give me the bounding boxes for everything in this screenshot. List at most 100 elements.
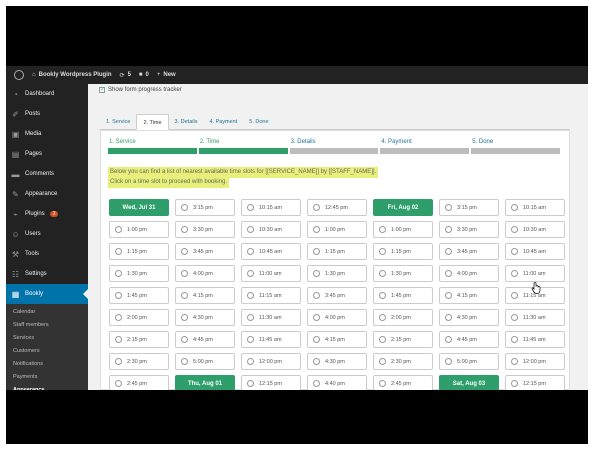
time-slot-radio[interactable] xyxy=(247,270,254,277)
time-slot-radio[interactable] xyxy=(247,358,254,365)
time-slot[interactable]: 2:45 pm xyxy=(109,375,169,390)
time-slot[interactable]: 11:15 am xyxy=(241,287,301,304)
time-slot[interactable]: 3:45 pm xyxy=(439,243,499,260)
time-slot[interactable]: 2:15 pm xyxy=(109,331,169,348)
time-slot-radio[interactable] xyxy=(379,336,386,343)
time-slot[interactable]: 4:15 pm xyxy=(439,287,499,304)
time-slot[interactable]: 2:15 pm xyxy=(373,331,433,348)
time-slot[interactable]: 10:15 am xyxy=(505,199,565,216)
time-slot-radio[interactable] xyxy=(247,292,254,299)
time-slot-radio[interactable] xyxy=(511,226,518,233)
time-slot[interactable]: 1:00 pm xyxy=(109,221,169,238)
time-slot-radio[interactable] xyxy=(313,380,320,387)
time-slot[interactable]: 4:00 pm xyxy=(439,265,499,282)
sidebar-item-posts[interactable]: ✐ Posts xyxy=(6,104,88,124)
time-slot[interactable]: 11:00 am xyxy=(505,265,565,282)
time-slot[interactable]: 3:15 pm xyxy=(175,199,235,216)
tab-3-details[interactable]: 3. Details xyxy=(169,114,204,130)
progress-step-label[interactable]: 1. Service xyxy=(108,137,197,148)
time-slot-radio[interactable] xyxy=(445,314,452,321)
sidebar-item-tools[interactable]: ⚒ Tools xyxy=(6,244,88,264)
time-slot-radio[interactable] xyxy=(511,380,518,387)
time-slot[interactable]: 5:00 pm xyxy=(175,353,235,370)
progress-step-label[interactable]: 4. Payment xyxy=(380,137,469,148)
sidebar-item-appearance[interactable]: ✎ Appearance xyxy=(6,184,88,204)
time-slot-radio[interactable] xyxy=(445,336,452,343)
time-slot-radio[interactable] xyxy=(445,270,452,277)
show-progress-checkbox[interactable]: ✓ xyxy=(99,87,105,93)
time-slot-radio[interactable] xyxy=(511,270,518,277)
sidebar-item-users[interactable]: ☺ Users xyxy=(6,224,88,244)
tab-5-done[interactable]: 5. Done xyxy=(243,114,274,130)
time-slot-radio[interactable] xyxy=(115,292,122,299)
comments-link[interactable]: ■ 0 xyxy=(139,72,149,78)
time-slot-radio[interactable] xyxy=(115,380,122,387)
sidebar-item-plugins[interactable]: ⌁ Plugins 2 xyxy=(6,204,88,224)
time-slot[interactable]: 10:45 am xyxy=(241,243,301,260)
time-slot[interactable]: 4:45 pm xyxy=(439,331,499,348)
time-slot-radio[interactable] xyxy=(313,204,320,211)
tab-2-time[interactable]: 2. Time xyxy=(136,114,169,130)
time-slot-radio[interactable] xyxy=(247,226,254,233)
tab-4-payment[interactable]: 4. Payment xyxy=(203,114,243,130)
time-slot-radio[interactable] xyxy=(511,336,518,343)
time-slot[interactable]: 2:30 pm xyxy=(373,353,433,370)
time-slot-radio[interactable] xyxy=(247,336,254,343)
time-slot[interactable]: 11:30 am xyxy=(241,309,301,326)
show-progress-option[interactable]: ✓ Show form progress tracker xyxy=(99,87,182,93)
day-header[interactable]: Wed, Jul 31 xyxy=(109,199,169,216)
time-slot[interactable]: 5:00 pm xyxy=(439,353,499,370)
time-slot-radio[interactable] xyxy=(247,380,254,387)
time-slot-radio[interactable] xyxy=(445,292,452,299)
site-name-link[interactable]: ⌂ Bookly Wordpress Plugin xyxy=(32,72,112,78)
time-slot-radio[interactable] xyxy=(313,358,320,365)
time-slot[interactable]: 4:40 pm xyxy=(307,375,367,390)
time-slot-radio[interactable] xyxy=(313,336,320,343)
time-slot[interactable]: 10:30 am xyxy=(241,221,301,238)
sidebar-item-dashboard[interactable]: ◔ Dashboard xyxy=(6,84,88,104)
time-slot[interactable]: 12:45 pm xyxy=(307,199,367,216)
time-slot[interactable]: 1:00 pm xyxy=(373,221,433,238)
time-slot-radio[interactable] xyxy=(181,270,188,277)
time-slot[interactable]: 4:45 pm xyxy=(175,331,235,348)
time-slot[interactable]: 4:00 pm xyxy=(307,309,367,326)
progress-step-label[interactable]: 5. Done xyxy=(471,137,560,148)
time-slot-radio[interactable] xyxy=(181,248,188,255)
time-slot-radio[interactable] xyxy=(445,358,452,365)
sidebar-item-settings[interactable]: ☷ Settings xyxy=(6,264,88,284)
sidebar-item-comments[interactable]: ▬ Comments xyxy=(6,164,88,184)
time-slot-radio[interactable] xyxy=(115,270,122,277)
time-slot[interactable]: 3:45 pm xyxy=(175,243,235,260)
time-slot-radio[interactable] xyxy=(313,270,320,277)
time-slot[interactable]: 4:00 pm xyxy=(175,265,235,282)
time-slot[interactable]: 1:15 pm xyxy=(373,243,433,260)
submenu-item-payments[interactable]: Payments xyxy=(6,371,88,384)
time-slot[interactable]: 12:00 pm xyxy=(241,353,301,370)
time-slot-radio[interactable] xyxy=(115,336,122,343)
time-slot[interactable]: 4:15 pm xyxy=(175,287,235,304)
time-slot-radio[interactable] xyxy=(379,358,386,365)
time-slot-radio[interactable] xyxy=(511,314,518,321)
time-slot[interactable]: 1:30 pm xyxy=(373,265,433,282)
time-slot-radio[interactable] xyxy=(511,292,518,299)
time-slot-radio[interactable] xyxy=(181,314,188,321)
time-slot-radio[interactable] xyxy=(181,358,188,365)
sidebar-item-media[interactable]: ▣ Media xyxy=(6,124,88,144)
time-slot[interactable]: 2:00 pm xyxy=(109,309,169,326)
time-slot[interactable]: 10:15 am xyxy=(241,199,301,216)
time-slot[interactable]: 12:00 pm xyxy=(505,353,565,370)
submenu-item-staff-members[interactable]: Staff members xyxy=(6,319,88,332)
sidebar-item-pages[interactable]: ▤ Pages xyxy=(6,144,88,164)
time-slot[interactable]: 1:30 pm xyxy=(109,265,169,282)
tab-1-service[interactable]: 1. Service xyxy=(100,114,136,130)
sidebar-item-bookly[interactable]: ▦ Bookly xyxy=(6,284,88,304)
video-player[interactable]: ⌂ Bookly Wordpress Plugin ⟳ 5 ■ 0 + New … xyxy=(6,6,588,444)
info-text-line-2[interactable]: Click on a time slot to proceed with boo… xyxy=(108,177,230,188)
submenu-item-appearance[interactable]: Appearance xyxy=(6,384,88,390)
day-header[interactable]: Fri, Aug 02 xyxy=(373,199,433,216)
time-slot[interactable]: 1:00 pm xyxy=(307,221,367,238)
submenu-item-customers[interactable]: Customers xyxy=(6,345,88,358)
time-slot-radio[interactable] xyxy=(379,226,386,233)
time-slot-radio[interactable] xyxy=(511,358,518,365)
time-slot[interactable]: 4:30 pm xyxy=(175,309,235,326)
